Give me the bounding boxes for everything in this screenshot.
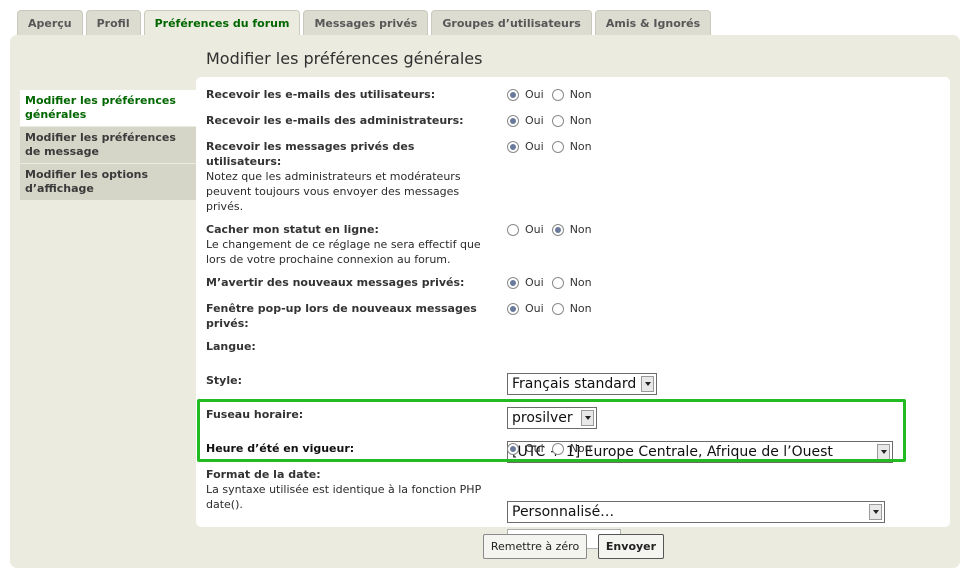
radio-no[interactable]: [551, 114, 564, 127]
side-menu: Modifier les préférences générales Modif…: [20, 90, 196, 201]
setting-label: Heure d’été en vigueur:: [206, 442, 355, 455]
submit-button[interactable]: Envoyer: [598, 534, 664, 559]
tab-user-groups[interactable]: Groupes d’utilisateurs: [431, 10, 592, 35]
radio-no[interactable]: [551, 140, 564, 153]
radio-no[interactable]: [551, 88, 564, 101]
radio-group: Oui Non: [507, 275, 600, 290]
language-select[interactable]: Français standard: [507, 373, 657, 395]
setting-label: M’avertir des nouveaux messages privés:: [206, 276, 465, 289]
tab-private-messages[interactable]: Messages privés: [303, 10, 429, 35]
radio-yes-label: Oui: [525, 442, 544, 455]
radio-group: Oui Non: [507, 113, 600, 128]
setting-label: Style:: [206, 374, 242, 387]
tab-bar: Aperçu Profil Préférences du forum Messa…: [17, 10, 714, 36]
tab-profile[interactable]: Profil: [85, 10, 141, 35]
radio-group: Oui Non: [507, 301, 600, 316]
radio-no-label: Non: [569, 88, 592, 101]
tab-friends-foes[interactable]: Amis & Ignorés: [594, 10, 712, 35]
setting-label: Cacher mon statut en ligne: Le changemen…: [206, 223, 481, 266]
radio-yes-label: Oui: [525, 114, 544, 127]
radio-yes[interactable]: [507, 140, 519, 153]
language-select-value: Français standard: [512, 376, 637, 392]
main-panel: Modifier les préférences générales Modif…: [10, 35, 960, 568]
dateformat-select-value: Personnalisé…: [512, 504, 615, 520]
radio-yes[interactable]: [507, 302, 519, 315]
radio-no-label: Non: [569, 223, 592, 236]
settings-panel: Recevoir les e-mails des utilisateurs: O…: [196, 77, 950, 549]
radio-yes[interactable]: [507, 223, 519, 236]
dateformat-select[interactable]: Personnalisé…: [507, 501, 885, 523]
sidemenu-item-display[interactable]: Modifier les options d’affichage: [20, 164, 196, 201]
style-select-value: prosilver: [512, 410, 573, 426]
setting-label: Format de la date: La syntaxe utilisée e…: [206, 468, 482, 511]
radio-yes-label: Oui: [525, 223, 544, 236]
radio-no-label: Non: [569, 302, 592, 315]
radio-no-label: Non: [569, 276, 592, 289]
chevron-down-icon: [581, 410, 594, 426]
radio-group: Oui Non: [507, 139, 600, 154]
setting-explain: Notez que les administrateurs et modérat…: [206, 170, 461, 213]
chevron-down-icon: [877, 444, 890, 460]
radio-yes-label: Oui: [525, 140, 544, 153]
radio-no-label: Non: [569, 140, 592, 153]
setting-label: Recevoir les messages privés des utilisa…: [206, 140, 461, 213]
setting-explain: La syntaxe utilisée est identique à la f…: [206, 483, 482, 511]
radio-yes[interactable]: [507, 88, 519, 101]
setting-label: Fenêtre pop-up lors de nouveaux messages…: [206, 302, 477, 330]
chevron-down-icon: [641, 376, 654, 392]
reset-button[interactable]: Remettre à zéro: [483, 534, 587, 559]
radio-no-label: Non: [569, 114, 592, 127]
sidemenu-item-message[interactable]: Modifier les préférences de message: [20, 127, 196, 164]
style-select[interactable]: prosilver: [507, 407, 597, 429]
radio-yes[interactable]: [507, 114, 519, 127]
radio-no[interactable]: [551, 223, 564, 236]
setting-explain: Le changement de ce réglage ne sera effe…: [206, 238, 481, 266]
sidemenu-item-general[interactable]: Modifier les préférences générales: [20, 90, 196, 127]
radio-yes[interactable]: [507, 442, 519, 455]
setting-label: Langue:: [206, 340, 256, 353]
radio-no[interactable]: [551, 442, 564, 455]
setting-label: Fuseau horaire:: [206, 408, 304, 421]
page-title: Modifier les préférences générales: [206, 49, 483, 68]
tab-forum-preferences[interactable]: Préférences du forum: [143, 10, 301, 36]
tab-overview[interactable]: Aperçu: [17, 10, 83, 35]
radio-group: Oui Non: [507, 441, 600, 456]
radio-group: Oui Non: [507, 222, 600, 237]
setting-label: Recevoir les e-mails des utilisateurs:: [206, 88, 436, 101]
chevron-down-icon: [869, 504, 882, 520]
radio-yes[interactable]: [507, 276, 519, 289]
radio-group: Oui Non: [507, 87, 600, 102]
setting-label: Recevoir les e-mails des administrateurs…: [206, 114, 464, 127]
radio-yes-label: Oui: [525, 276, 544, 289]
radio-no[interactable]: [551, 276, 564, 289]
radio-yes-label: Oui: [525, 302, 544, 315]
radio-yes-label: Oui: [525, 88, 544, 101]
radio-no[interactable]: [551, 302, 564, 315]
radio-no-label: Non: [569, 442, 592, 455]
